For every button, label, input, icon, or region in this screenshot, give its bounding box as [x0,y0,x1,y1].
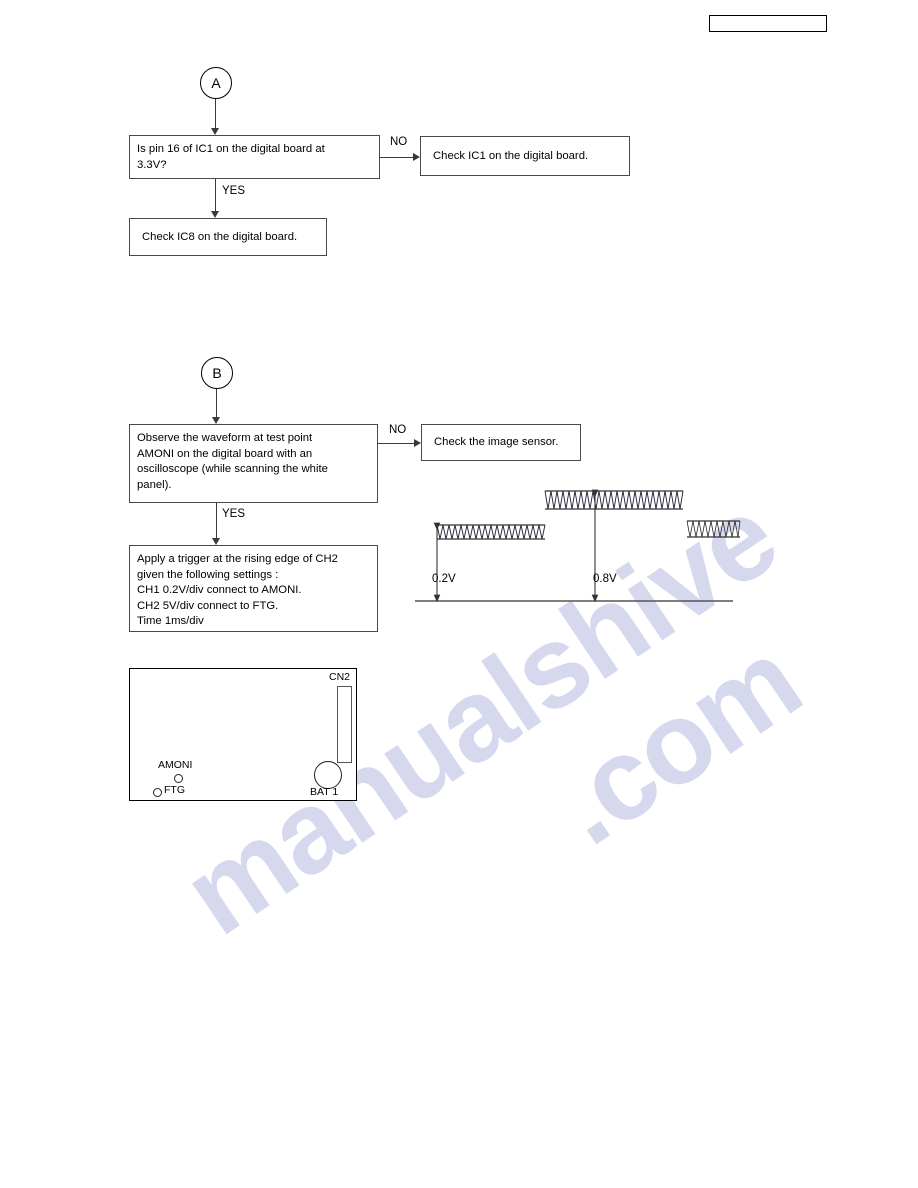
waveform-burst-low [436,524,546,540]
connector-b-line [216,387,217,417]
result-box-b-no: Check the image sensor. [421,424,581,461]
connector-b-arrowhead [212,417,220,424]
branch-a-no-label: NO [390,136,408,148]
branch-a-no-line [380,157,413,158]
branch-b-no-arrowhead [414,439,421,447]
connector-circle-b: B [201,357,233,389]
waveform-figure: 0.2V 0.8V [415,485,755,610]
amoni-label: AMONI [158,759,193,771]
decision-box-a: Is pin 16 of IC1 on the digital board at… [129,135,380,179]
branch-a-yes-arrowhead [211,211,219,218]
board-diagram: CN2 BAT 1 AMONI FTG [129,668,357,801]
connector-label-b: B [212,365,222,381]
branch-b-yes-line [216,503,217,538]
connector-a-line [215,97,216,128]
bat1-battery [314,761,342,789]
branch-b-no-line [378,443,414,444]
settings-box-b: Apply a trigger at the rising edge of CH… [129,545,378,632]
waveform-label-high: 0.8V [593,573,617,585]
waveform-svg [415,489,741,603]
connector-label-a: A [211,75,221,91]
ftg-test-point [153,788,162,797]
branch-b-yes-label: YES [222,508,246,520]
branch-a-yes-line [215,179,216,211]
waveform-burst-mid [686,520,741,538]
result-box-a-no: Check IC1 on the digital board. [420,136,630,176]
ftg-label: FTG [164,784,185,796]
connector-circle-a: A [200,67,232,99]
branch-a-yes-label: YES [222,185,246,197]
cn2-connector [337,686,352,763]
watermark-text-secondary: .com [531,614,822,870]
service-manual-page: manualshive .com A Is pin 16 of IC1 on t… [0,0,918,1188]
page-header-box [709,15,827,32]
branch-a-no-arrowhead [413,153,420,161]
branch-b-yes-arrowhead [212,538,220,545]
cn2-label: CN2 [329,671,351,683]
bat1-label: BAT 1 [310,786,339,798]
branch-b-no-label: NO [389,424,407,436]
connector-a-arrowhead [211,128,219,135]
decision-box-b: Observe the waveform at test point AMONI… [129,424,378,503]
amoni-test-point [174,774,183,783]
waveform-burst-high [544,490,684,510]
result-box-a-yes: Check IC8 on the digital board. [129,218,327,256]
waveform-label-low: 0.2V [432,573,456,585]
